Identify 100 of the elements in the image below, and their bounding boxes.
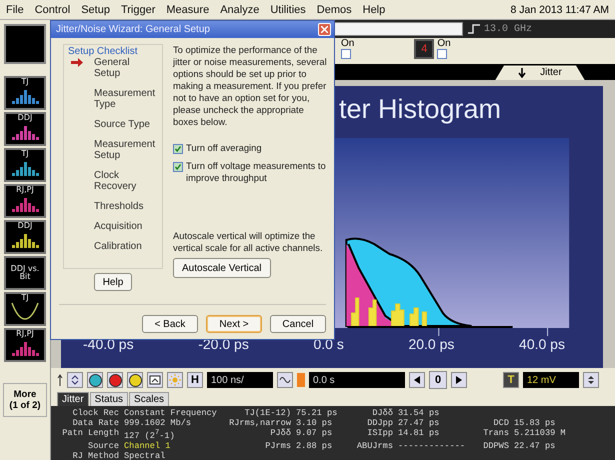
up-down-arrows-icon [70,374,80,386]
axis-label: 20.0 ps [408,336,454,352]
panel-tab[interactable]: Jitter [57,392,89,406]
measurement-value: 75.21 ps [296,408,338,418]
wizard-button[interactable]: Next > [206,315,262,333]
timebase-field[interactable]: 100 ns/ [207,372,273,388]
measurement-value: 127 (2$^{7}$-1) [124,428,176,442]
wizard-button[interactable]: Cancel [270,315,326,333]
menu-item[interactable]: Measure [166,4,210,16]
date-time: 8 Jan 2013 11:47 AM [510,4,609,16]
option-checkbox[interactable] [173,162,183,172]
measurement-label: TJ(1E-12) [244,408,291,418]
measurement-value: 31.54 ps [398,408,440,418]
measurement-thumbnail[interactable]: DDJ vs. Bit [4,256,46,290]
measurement-label: RJrms,narrow [228,418,291,428]
next-button[interactable] [451,372,467,388]
more-button[interactable]: More (1 of 2) [3,383,47,417]
checklist-step: Thresholds [94,201,152,212]
measurement-label: Trans [482,428,509,440]
on-label: On [341,39,354,49]
measurement-thumbnail[interactable]: DDJ [4,112,46,146]
measurement-label: Patn Length [61,428,119,440]
measurement-thumbnail[interactable]: TJ [4,76,46,110]
measurement-label: ABUJrms [356,441,393,452]
screenshot-button[interactable] [147,372,163,388]
menu-item[interactable]: Analyze [220,4,260,16]
spin-button[interactable] [67,372,83,388]
trigger-button[interactable]: T [503,372,519,388]
menu-item[interactable]: Setup [81,4,110,16]
menu-item[interactable]: File [6,4,24,16]
up-down-arrows-icon [586,374,596,386]
wave-icon [279,375,291,386]
measurement-value: 15.83 ps [514,418,556,428]
measurement-value: Spectral [124,451,166,460]
plot-title: ter Histogram [339,94,502,124]
measurement-value: 2.88 ps [296,441,334,452]
measurement-label: DJδδ [371,408,393,418]
close-button[interactable] [318,23,331,36]
segment-field[interactable]: 0 [429,371,447,390]
menu-item[interactable]: Control [34,4,70,16]
trigger-arrow-icon[interactable] [57,374,63,386]
description-text: To optimize the performance of the jitter or noise measurements, several options should be set up prior to making a measurement. If you prefer not to have an option set for you, please uncheck the appropriate boxes below. [173,44,328,128]
dialog-title: Jitter/Noise Wizard: General Setup [56,24,210,35]
checklist-step: General Setup [94,57,152,79]
plot-tab[interactable]: Jitter [495,65,585,80]
checklist-step: Acquisition [94,221,152,232]
menu-item[interactable]: Trigger [120,4,156,16]
measurement-thumbnail[interactable]: DDJ [4,220,46,254]
measurement-label: PJδδ [269,428,291,440]
panel-tab[interactable]: Status [90,392,128,406]
horizontal-button[interactable]: H [187,372,203,388]
display-thumbnail[interactable] [4,24,46,64]
measurement-value: ------------- [398,441,466,452]
option-label: Turn off voltage measurements to improve throughput [186,160,327,184]
measurement-label: DCD [492,418,509,428]
right-triangle-icon [456,376,462,384]
measurement-label: RJ Method [72,451,119,460]
help-button[interactable]: Help [94,273,132,291]
trigger-level-field[interactable]: 12 mV [523,372,579,388]
bandwidth-value: 13.0 GHz [484,24,532,34]
panel-tab[interactable]: Scales [129,392,170,406]
autoscale-button[interactable]: Autoscale Vertical [173,258,270,278]
measurement-label: Clock Rec [72,408,119,418]
measurement-value: 3.10 ps [296,418,334,428]
previous-button[interactable] [409,372,425,388]
measurement-label: Source [87,441,119,452]
measurement-value: Channel 1 [124,441,172,452]
checklist-step: Calibration [94,241,152,252]
axis-label: 40.0 ps [519,336,565,352]
measurement-thumbnail[interactable]: RJ,PJ [4,328,46,362]
menu-item[interactable]: Demos [316,4,352,16]
on-checkbox[interactable] [437,49,448,59]
measurement-label: ISIpp [366,428,393,440]
measurement-value: 9.07 ps [296,428,334,440]
on-label: On [437,39,451,49]
marker-icon [297,373,305,388]
measurement-thumbnail[interactable]: RJ,PJ [4,184,46,218]
measurement-thumbnail[interactable]: TJ [4,148,46,182]
measurement-label: PJrms [264,441,291,452]
on-checkbox[interactable] [341,49,351,59]
channel-number[interactable]: 4 [414,39,434,59]
measurement-value: 14.81 ps [398,428,440,440]
menu-item[interactable]: Help [362,4,386,16]
wizard-button[interactable]: < Back [142,315,198,333]
measurement-label: DDPWS [482,441,509,452]
option-checkbox[interactable] [173,144,183,154]
close-icon [321,26,328,33]
checklist-title: Setup Checklist [68,46,138,57]
measurement-value: Constant Frequency [124,408,218,418]
position-field[interactable]: 0.0 s [309,372,405,388]
measurement-value: 999.1602 Mb/s [124,418,192,428]
spin-button[interactable] [583,372,599,388]
menu-item[interactable]: Utilities [270,4,306,16]
waveform-button[interactable] [277,372,293,388]
down-arrow-icon [518,68,526,78]
measurement-value: 22.47 ps [514,441,556,452]
bandwidth-icon [467,24,481,34]
axis-label: -40.0 ps [83,336,134,352]
measurement-thumbnail[interactable]: TJ [4,292,46,326]
autoscale-note: Autoscale vertical will optimize the vertical scale for all active channels. [173,230,324,254]
